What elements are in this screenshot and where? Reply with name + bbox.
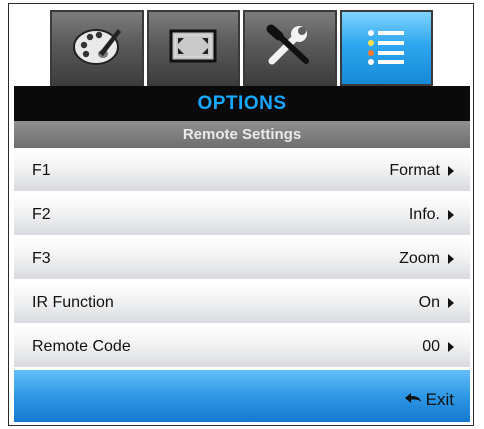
menu-title: OPTIONS [14,86,470,121]
row-label: F1 [32,161,51,179]
tab-image[interactable] [50,10,144,86]
palette-icon [69,23,125,74]
row-f3[interactable]: F3 Zoom [14,238,470,279]
return-arrow-icon [404,390,422,410]
row-value-group: Zoom [399,250,454,268]
chevron-right-icon [448,253,454,264]
row-value-group: Info. [409,206,454,224]
row-value-group: Format [389,162,454,180]
row-value: On [418,293,440,311]
chevron-right-icon [448,165,454,176]
menu-tab-bar [50,10,433,86]
row-f1[interactable]: F1 Format [14,150,470,191]
tab-options[interactable] [339,10,433,86]
exit-button[interactable]: Exit [404,390,454,410]
row-value: Info. [408,205,440,223]
row-value-group: 00 [422,338,454,356]
submenu-title: Remote Settings [14,121,470,148]
settings-list: F1 Format F2 Info. F3 Zoom IR Function O… [14,150,470,370]
chevron-right-icon [448,209,454,220]
menu-footer: Exit [14,370,470,422]
row-value: Zoom [399,249,440,267]
exit-label: Exit [425,390,454,409]
row-label: F3 [32,249,51,267]
row-remote-code[interactable]: Remote Code 00 [14,326,470,367]
tab-display[interactable] [146,10,240,86]
options-list-icon [358,23,414,74]
row-f2[interactable]: F2 Info. [14,194,470,235]
row-value: 00 [422,337,440,355]
screen-resize-icon [165,24,221,73]
chevron-right-icon [448,341,454,352]
row-value: Format [389,161,440,179]
row-label: IR Function [32,293,114,311]
row-label: Remote Code [32,337,131,355]
tab-setup[interactable] [243,10,337,86]
tools-icon [262,23,318,74]
row-label: F2 [32,205,51,223]
chevron-right-icon [448,297,454,308]
row-ir-function[interactable]: IR Function On [14,282,470,323]
row-value-group: On [419,294,454,312]
